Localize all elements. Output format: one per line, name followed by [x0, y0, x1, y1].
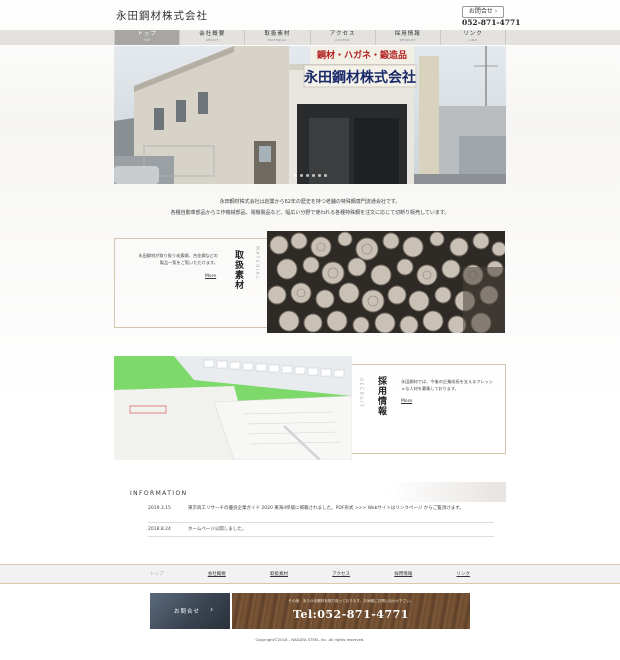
recruit-en-label: RECRUIT — [358, 378, 363, 409]
footer-tel-banner: その他 あらゆる鋼材を取り扱っております。お気軽にお問い合わせ下さい。 Tel:… — [232, 593, 470, 629]
pager-dot[interactable] — [323, 174, 327, 177]
news-divider — [148, 522, 494, 523]
nav-sublabel: ABOUT — [205, 38, 219, 42]
footer-nav-top[interactable]: トップ — [150, 571, 164, 577]
footer-nav-link[interactable]: リンク — [456, 571, 470, 577]
footer-nav-material[interactable]: 取扱素材 — [270, 571, 288, 577]
nav-label: 取扱素材 — [264, 31, 291, 37]
pager-dot[interactable] — [317, 174, 321, 177]
news-divider — [148, 536, 494, 537]
intro-text: 永田鋼材株式会社は創業から62年の歴史を持つ老舗の特殊鋼専門流通会社です。 各種… — [114, 197, 506, 219]
nav-item-recruit[interactable]: 採用情報 RECRUIT — [374, 30, 440, 45]
contact-button[interactable]: お問合せ › — [462, 6, 504, 18]
footer-contact-label: お問合せ — [174, 609, 201, 615]
material-photo-steel-bars[interactable] — [267, 231, 505, 333]
footer-tel-number[interactable]: Tel:052-871-4771 — [232, 608, 470, 621]
nav-item-material[interactable]: 取扱素材 MATERIAL — [244, 30, 309, 45]
keyboard-resume-image — [114, 356, 352, 460]
nav-item-about[interactable]: 会社概要 ABOUT — [179, 30, 244, 45]
nav-sublabel: TOP — [143, 38, 151, 42]
material-en-label: MATERIAL — [254, 246, 259, 281]
header-phone: 052-871-4771 — [462, 18, 521, 27]
footer-contact-banner[interactable]: お問合せ › — [150, 593, 230, 629]
pager-dot[interactable] — [293, 174, 297, 177]
news-date: 2018.8.24 — [148, 527, 171, 532]
news-item: 2019.3.15 東京商工リサーチの優良企業ガイド 2020 東海4県版に掲載… — [148, 505, 498, 512]
page: 永田鋼材株式会社 お問合せ › 052-871-4771 トップ TOP 会社概… — [0, 0, 620, 660]
site-logo[interactable]: 永田鋼材株式会社 — [116, 8, 208, 23]
nav-label: 採用情報 — [394, 31, 421, 37]
pager-dot[interactable] — [305, 174, 309, 177]
nav-sublabel: LINK — [468, 38, 478, 42]
recruit-title: 採用情報 — [376, 376, 386, 416]
news-item: 2018.8.24 ホームページ公開しました。 — [148, 526, 498, 533]
pager-dot[interactable] — [299, 174, 303, 177]
material-title: 取扱素材 — [233, 250, 243, 290]
nav-item-top[interactable]: トップ TOP — [114, 30, 180, 45]
recruit-more-link[interactable]: More — [401, 399, 412, 404]
intro-line: 永田鋼材株式会社は創業から62年の歴史を持つ老舗の特殊鋼専門流通会社です。 — [219, 199, 401, 205]
nav-label: アクセス — [329, 31, 356, 37]
nav-sublabel: MATERIAL — [268, 38, 287, 42]
nav-label: リンク — [463, 31, 483, 37]
steel-bars-image — [267, 231, 505, 333]
news-text[interactable]: 東京商工リサーチの優良企業ガイド 2020 東海4県版に掲載されました。PDF形… — [188, 505, 494, 512]
footer-tel-subtext: その他 あらゆる鋼材を取り扱っております。お気軽にお問い合わせ下さい。 — [288, 599, 414, 603]
nav-sublabel: ACCESS — [335, 38, 350, 42]
footer-nav-access[interactable]: アクセス — [332, 571, 350, 577]
footer-nav: トップ 会社概要 取扱素材 アクセス 採用情報 リンク — [0, 564, 620, 584]
pager-dot[interactable] — [311, 174, 315, 177]
hero-sign-top: 鋼材・ハガネ・鍛造品 — [316, 49, 407, 61]
chevron-right-icon: › — [210, 605, 214, 614]
recruit-photo-keyboard[interactable] — [114, 356, 352, 460]
information-title: INFORMATION — [130, 490, 188, 497]
hero-sign-main: 永田鋼材株式会社 — [303, 69, 416, 86]
copyright: Copyright©2018 - NAGATA STEEL inc. All r… — [255, 637, 365, 642]
news-date: 2019.3.15 — [148, 506, 171, 511]
slideshow-pager[interactable] — [114, 174, 506, 177]
nav-item-link[interactable]: リンク LINK — [439, 30, 507, 45]
nav-item-access[interactable]: アクセス ACCESS — [309, 30, 375, 45]
material-description: 永田鋼材が取り扱う炭素鋼、合金鋼などの製品一覧をご覧いただけます。 — [138, 253, 218, 265]
global-nav: トップ TOP 会社概要 ABOUT 取扱素材 MATERIAL アクセス AC… — [0, 30, 620, 45]
nav-label: トップ — [137, 31, 157, 37]
nav-label: 会社概要 — [199, 31, 226, 37]
hero-photo-building: 鋼材・ハガネ・鍛造品 永田鋼材株式会社 — [114, 46, 506, 184]
nav-sublabel: RECRUIT — [399, 38, 416, 42]
material-more-link[interactable]: More — [205, 274, 216, 279]
hero-slideshow[interactable]: 鋼材・ハガネ・鍛造品 永田鋼材株式会社 — [114, 46, 506, 184]
news-text: ホームページ公開しました。 — [188, 527, 247, 532]
footer-nav-recruit[interactable]: 採用情報 — [394, 571, 412, 577]
intro-line: 各種自動車部品から工作機械部品、電機製品など、幅広い分野で使われる各種特殊鋼を注… — [170, 210, 450, 216]
footer-nav-about[interactable]: 会社概要 — [208, 571, 226, 577]
recruit-description: 永田鋼材では、今後の企業成長を支えるフレッシュな人材を募集しております。 — [401, 379, 494, 391]
